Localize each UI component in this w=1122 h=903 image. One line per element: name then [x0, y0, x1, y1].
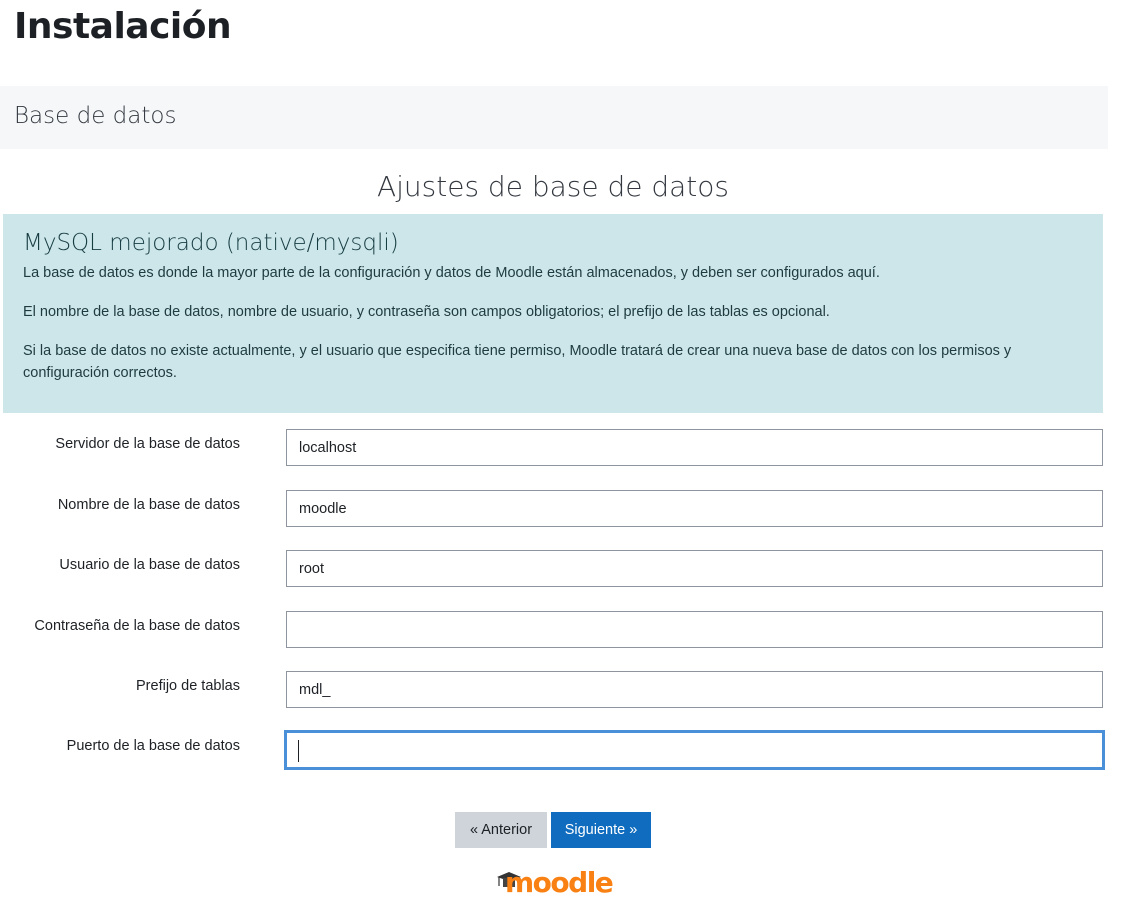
dbpass-input[interactable] [286, 611, 1103, 648]
dbname-input[interactable] [286, 490, 1103, 527]
info-paragraph-create: Si la base de datos no existe actualment… [23, 343, 1012, 381]
stage-title: Base de datos [14, 103, 177, 129]
prefix-label: Prefijo de tablas [136, 678, 240, 694]
dbport-label: Puerto de la base de datos [66, 738, 240, 754]
form-row-prefix: Prefijo de tablas [0, 671, 1106, 709]
moodle-logo-text: moodle [505, 866, 613, 899]
form-row-dbpass: Contraseña de la base de datos [0, 611, 1106, 649]
dbuser-input[interactable] [286, 550, 1103, 587]
info-paragraph-storage: La base de datos es donde la mayor parte… [23, 265, 880, 281]
page-title: Instalación [14, 6, 232, 47]
info-paragraph-required: El nombre de la base de datos, nombre de… [23, 304, 830, 320]
next-button[interactable]: Siguiente » [551, 812, 651, 848]
form-row-dbport: Puerto de la base de datos [0, 730, 1106, 770]
previous-button[interactable]: « Anterior [455, 812, 547, 848]
form-row-dbhost: Servidor de la base de datos [0, 429, 1106, 467]
settings-heading: Ajustes de base de datos [376, 170, 730, 203]
moodle-logo: moodle [497, 866, 614, 899]
text-caret [298, 740, 299, 762]
database-info-box: MySQL mejorado (native/mysqli) La base d… [3, 214, 1103, 413]
dbhost-input[interactable] [286, 429, 1103, 466]
dbpass-label: Contraseña de la base de datos [34, 618, 240, 634]
driver-title: MySQL mejorado (native/mysqli) [23, 230, 399, 256]
dbuser-label: Usuario de la base de datos [59, 557, 240, 573]
dbhost-label: Servidor de la base de datos [55, 436, 240, 452]
form-row-dbname: Nombre de la base de datos [0, 490, 1106, 528]
prefix-input[interactable] [286, 671, 1103, 708]
dbport-input[interactable] [284, 730, 1105, 770]
stage-header: Base de datos [0, 86, 1108, 149]
form-row-dbuser: Usuario de la base de datos [0, 550, 1106, 588]
dbname-label: Nombre de la base de datos [57, 497, 240, 513]
